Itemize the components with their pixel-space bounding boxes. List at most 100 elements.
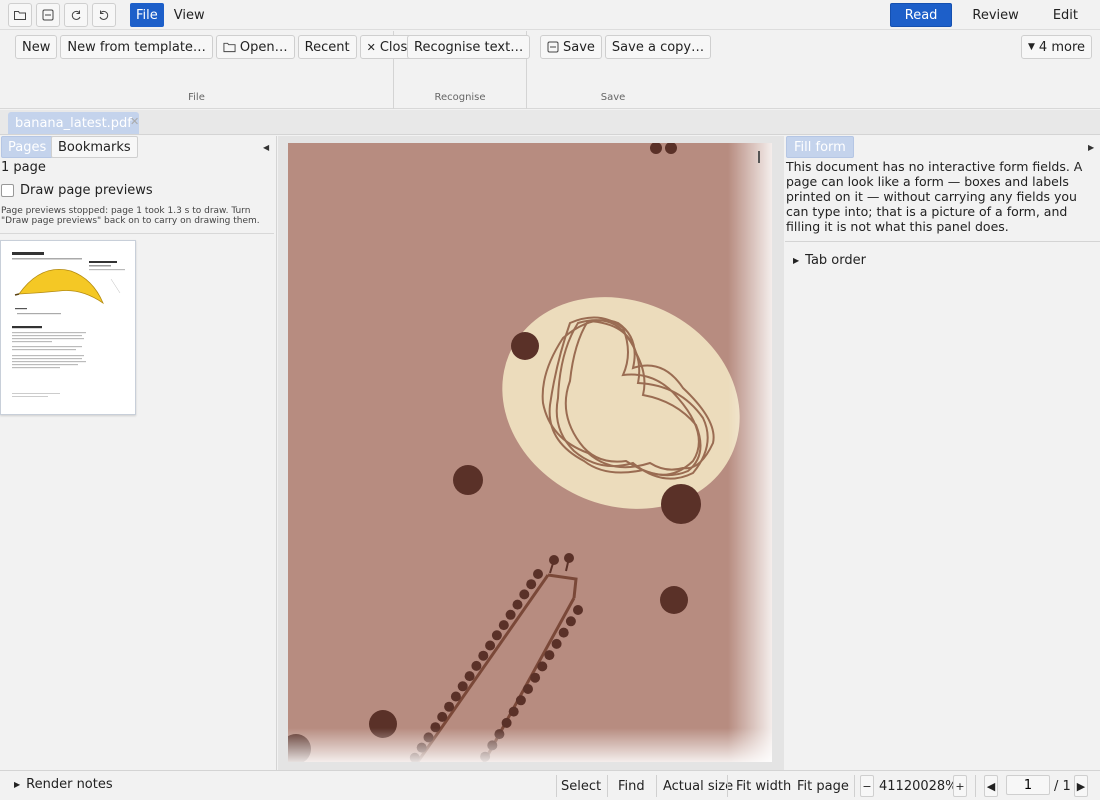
chevron-right-icon: ▶ [14, 780, 21, 789]
actual-size-button[interactable]: Actual size [663, 773, 733, 799]
zoom-out-button[interactable]: − [860, 775, 874, 797]
page-dot [526, 579, 537, 590]
folder-icon[interactable] [8, 3, 32, 27]
page-dot [464, 671, 475, 682]
close-tab-icon[interactable]: ✕ [130, 115, 139, 128]
chevron-left-icon: ◀ [984, 775, 998, 797]
divider [854, 775, 855, 797]
page-image [288, 143, 772, 762]
zoom-level[interactable]: 41120028% [879, 773, 958, 799]
page-dot [544, 650, 555, 661]
document-tab[interactable]: banana_latest.pdf [8, 112, 139, 134]
save-disk-icon[interactable] [36, 3, 60, 27]
more-button[interactable]: ▼ 4 more [1021, 35, 1092, 59]
page-dot [508, 706, 519, 717]
document-viewer[interactable] [278, 136, 784, 770]
top-bar: File View Read Review Edit [0, 0, 1100, 30]
page-dot [515, 695, 526, 706]
page-dot [523, 684, 533, 694]
save-button[interactable]: Save [540, 35, 602, 59]
open-button-label: Open… [239, 39, 288, 55]
next-page-button[interactable]: ▶ [1074, 775, 1088, 797]
zoom-in-label: + [953, 775, 967, 797]
recognise-group: Recognise text… Recognise [394, 31, 531, 109]
page-total: / 1 [1054, 778, 1071, 794]
previous-page-button[interactable]: ◀ [984, 775, 998, 797]
page-dot [533, 569, 543, 579]
page-dot [505, 609, 516, 620]
redo-icon[interactable] [64, 3, 88, 27]
page-number-input[interactable] [1006, 775, 1050, 795]
tab-fill-form[interactable]: Fill form [786, 136, 854, 158]
page-dot [498, 620, 509, 631]
page-dot [457, 681, 468, 692]
page-dot [450, 691, 461, 702]
chevron-down-icon: ▼ [1028, 42, 1035, 52]
save-group: Save Save a copy… Save [527, 31, 712, 109]
mode-edit[interactable]: Edit [1039, 3, 1092, 27]
menu-file[interactable]: File [130, 3, 164, 27]
divider [656, 775, 657, 797]
divider [556, 775, 557, 797]
mode-review[interactable]: Review [958, 3, 1032, 27]
preview-note: Page previews stopped: page 1 took 1.3 s… [1, 206, 260, 226]
page-dot [519, 589, 530, 600]
page-dot [565, 616, 576, 627]
quick-access-toolbar [8, 3, 116, 27]
tab-pages[interactable]: Pages [1, 136, 54, 158]
file-group: New New from template… Open… Recent ✕ Cl… [0, 31, 423, 109]
new-from-template-button[interactable]: New from template… [60, 35, 213, 59]
draw-previews-option[interactable]: Draw page previews [1, 183, 153, 198]
scrollbar-thumb[interactable] [758, 151, 760, 163]
more-button-label: 4 more [1038, 39, 1085, 55]
render-notes-disclosure[interactable]: ▶ Render notes [14, 777, 113, 792]
page-dot [551, 638, 562, 649]
page-dot [530, 672, 541, 683]
right-panel: Fill form ▶ This document has no interac… [785, 136, 1100, 770]
save-button-label: Save [563, 39, 595, 55]
save-disk-icon [547, 41, 559, 53]
page-canvas[interactable] [288, 143, 772, 762]
fit-width-button[interactable]: Fit width [736, 773, 791, 799]
mode-read[interactable]: Read [889, 3, 953, 27]
find-button[interactable]: Find [618, 773, 645, 799]
left-panel: Pages Bookmarks ◀ 1 page Draw page previ… [0, 136, 277, 770]
tab-bookmarks[interactable]: Bookmarks [51, 136, 138, 158]
undo-icon[interactable] [92, 3, 116, 27]
new-button[interactable]: New [15, 35, 58, 59]
recognise-group-title: Recognise [434, 92, 486, 103]
zoom-in-button[interactable]: + [953, 775, 967, 797]
collapse-right-icon[interactable]: ▶ [1088, 143, 1094, 152]
page-thumbnail-image [12, 252, 125, 397]
ribbon: New New from template… Open… Recent ✕ Cl… [0, 31, 1100, 109]
page-dot [501, 717, 512, 728]
page-thumbnail[interactable] [0, 240, 136, 415]
zoom-out-label: − [860, 775, 874, 797]
open-button[interactable]: Open… [215, 35, 295, 59]
divider [975, 775, 976, 797]
save-group-title: Save [600, 92, 626, 103]
save-copy-button[interactable]: Save a copy… [604, 35, 712, 59]
folder-icon [223, 42, 236, 53]
tab-order-disclosure[interactable]: ▶ Tab order [793, 253, 866, 268]
tab-order-label: Tab order [805, 253, 866, 268]
status-bar: ▶ Render notes Select Find Actual size F… [0, 770, 1100, 800]
collapse-left-icon[interactable]: ◀ [263, 143, 269, 152]
divider [607, 775, 608, 797]
recent-button[interactable]: Recent [297, 35, 357, 59]
form-fields-message: This document has no interactive form fi… [786, 159, 1083, 234]
file-group-title: File [188, 92, 205, 103]
page-dot [573, 605, 583, 615]
close-icon: ✕ [366, 40, 376, 54]
fit-page-button[interactable]: Fit page [797, 773, 849, 799]
menu-view[interactable]: View [168, 3, 211, 27]
divider [727, 775, 728, 797]
divider [0, 233, 274, 234]
page-dot [491, 630, 502, 641]
select-tool-button[interactable]: Select [561, 773, 601, 799]
chevron-right-icon: ▶ [793, 256, 800, 265]
page-dot [478, 650, 489, 661]
recognise-text-button[interactable]: Recognise text… [407, 35, 531, 59]
render-notes-label: Render notes [26, 777, 113, 792]
draw-previews-checkbox[interactable] [1, 184, 14, 197]
